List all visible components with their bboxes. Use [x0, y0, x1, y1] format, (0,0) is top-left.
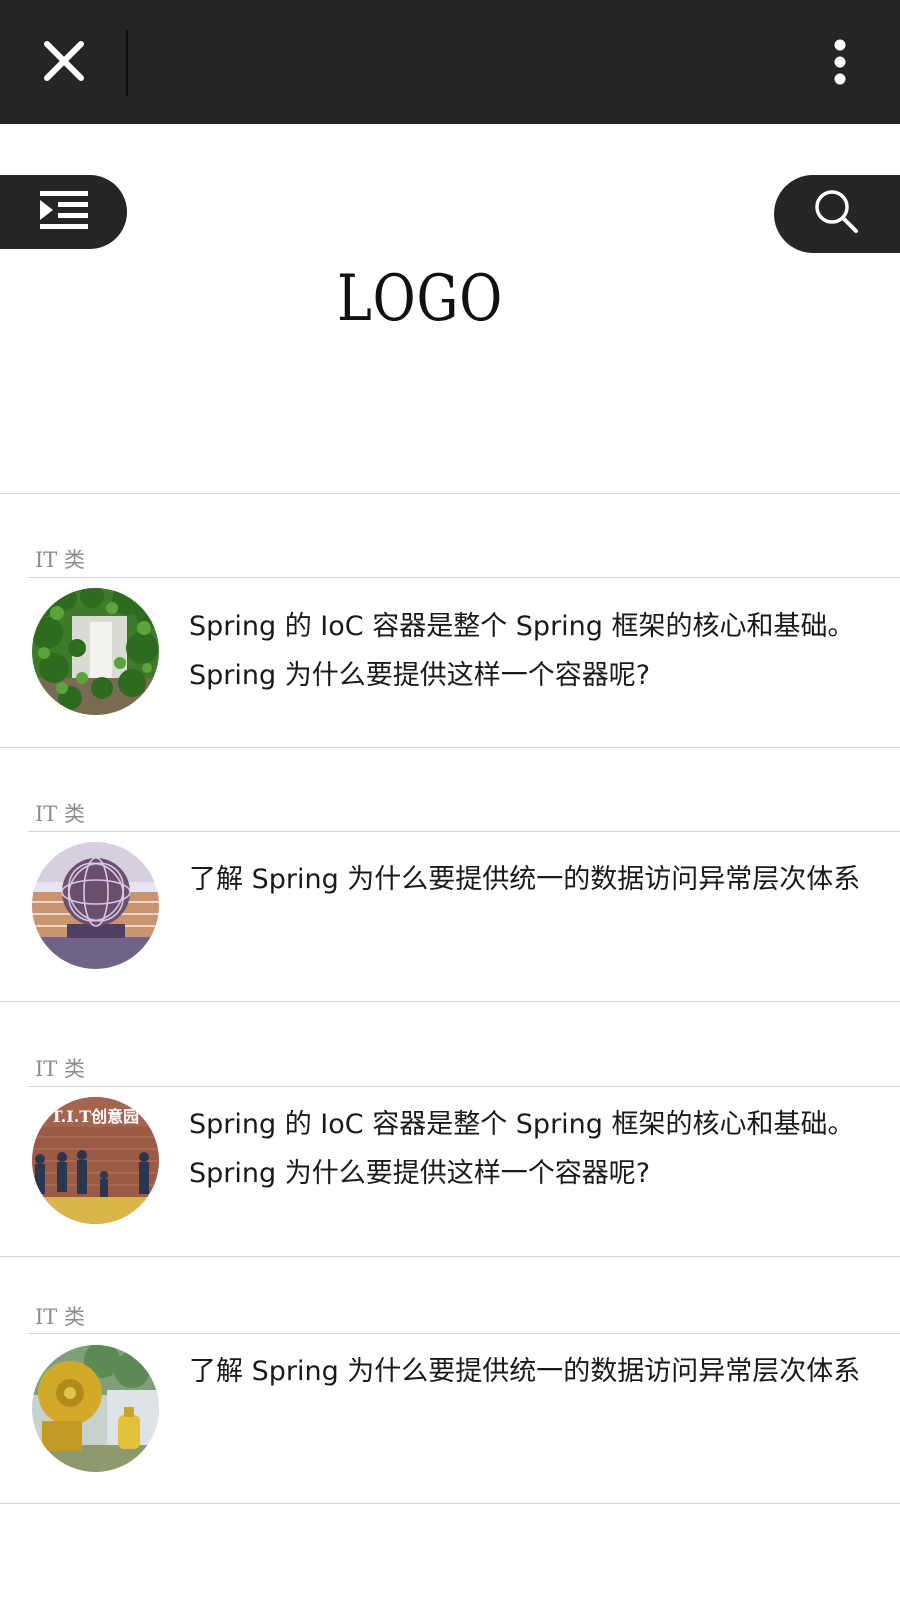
more-vertical-icon	[832, 38, 848, 90]
article-title[interactable]: 了解 Spring 为什么要提供统一的数据访问异常层次体系	[189, 855, 889, 904]
category-divider	[28, 1086, 900, 1087]
row-divider	[0, 747, 900, 748]
article-category: IT 类	[35, 1057, 85, 1081]
article-category: IT 类	[35, 802, 85, 826]
row-divider	[0, 1256, 900, 1257]
article-title-line: Spring 的 IoC 容器是整个 Spring 框架的核心和基础。	[189, 1109, 855, 1140]
article-thumbnail[interactable]	[32, 842, 159, 969]
article-category: IT 类	[35, 1305, 85, 1329]
article-title-line: Spring 为什么要提供这样一个容器呢?	[189, 660, 651, 691]
close-icon	[42, 39, 86, 87]
article-thumbnail[interactable]	[32, 588, 159, 715]
article-category: IT 类	[35, 548, 85, 572]
article-title-line: 了解 Spring 为什么要提供统一的数据访问异常层次体系	[189, 1356, 861, 1387]
article-title-line: Spring 的 IoC 容器是整个 Spring 框架的核心和基础。	[189, 611, 855, 642]
close-button[interactable]	[28, 32, 100, 94]
thumbnail-sign-text: T.I.T创意园	[51, 1107, 139, 1126]
topbar-divider	[126, 30, 128, 96]
article-title-line: 了解 Spring 为什么要提供统一的数据访问异常层次体系	[189, 864, 861, 895]
more-options-button[interactable]	[820, 36, 860, 92]
category-divider	[28, 831, 900, 832]
article-thumbnail[interactable]	[32, 1345, 159, 1472]
article-title-line: Spring 为什么要提供这样一个容器呢?	[189, 1158, 651, 1189]
article-title[interactable]: 了解 Spring 为什么要提供统一的数据访问异常层次体系	[189, 1347, 889, 1396]
row-divider	[0, 1503, 900, 1504]
row-divider	[0, 1001, 900, 1002]
menu-indent-icon	[39, 191, 88, 233]
menu-button[interactable]	[0, 175, 127, 249]
site-logo[interactable]: LOGO	[76, 262, 765, 336]
top-bar	[0, 0, 900, 124]
article-thumbnail[interactable]: T.I.T创意园	[32, 1097, 159, 1224]
category-divider	[28, 1333, 900, 1334]
search-button[interactable]	[774, 175, 900, 253]
category-divider	[28, 577, 900, 578]
article-title[interactable]: Spring 的 IoC 容器是整个 Spring 框架的核心和基础。 Spri…	[189, 1100, 889, 1198]
article-title[interactable]: Spring 的 IoC 容器是整个 Spring 框架的核心和基础。 Spri…	[189, 602, 889, 700]
header-divider	[0, 493, 900, 494]
search-icon	[813, 188, 861, 240]
